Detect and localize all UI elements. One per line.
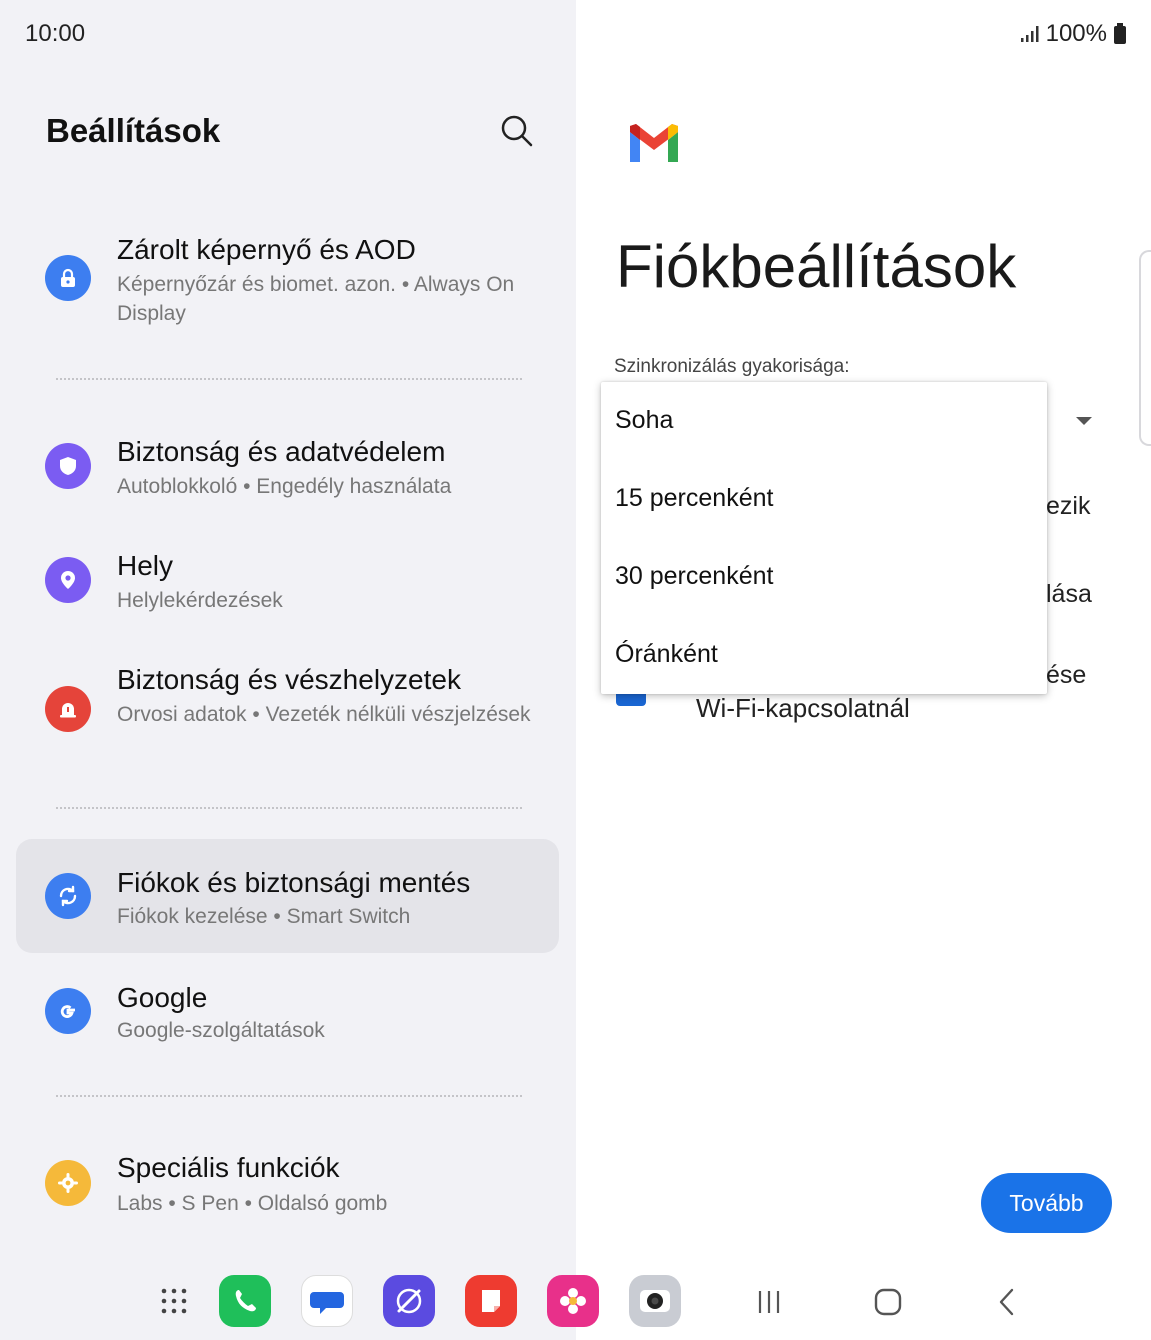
sync-icon <box>45 873 91 919</box>
settings-item-subtitle: Orvosi adatok • Vezeték nélküli vészjelz… <box>117 703 531 726</box>
search-button[interactable] <box>498 112 536 150</box>
gallery-app[interactable] <box>547 1275 599 1327</box>
battery-icon <box>1114 23 1126 44</box>
settings-item-title: Fiókok és biztonsági mentés <box>117 867 471 898</box>
settings-item-lockscreen[interactable]: Zárolt képernyő és AOD Képernyőzár és bi… <box>16 222 559 337</box>
gmail-logo <box>630 124 678 162</box>
sync-frequency-dropdown: Soha 15 percenként 30 percenként Óránkén… <box>601 382 1047 694</box>
apps-grid-icon <box>161 1288 187 1314</box>
dropdown-arrow-icon[interactable] <box>1076 417 1092 425</box>
back-icon <box>999 1288 1014 1316</box>
settings-item-title: Google <box>117 982 208 1013</box>
settings-item-subtitle: Labs • S Pen • Oldalsó gomb <box>117 1192 388 1215</box>
gear-icon <box>45 1160 91 1206</box>
background-option-text: lása <box>1046 580 1092 608</box>
recents-icon <box>758 1291 780 1313</box>
settings-item-security-privacy[interactable]: Biztonság és adatvédelem Autoblokkoló • … <box>16 424 559 510</box>
apps-grid-button[interactable] <box>148 1275 200 1327</box>
settings-item-title: Speciális funkciók <box>117 1152 340 1183</box>
home-icon <box>874 1288 902 1316</box>
settings-item-subtitle: Google-szolgáltatások <box>117 1019 325 1042</box>
settings-item-location[interactable]: Hely Helylekérdezések <box>16 538 559 624</box>
notes-icon <box>482 1290 500 1312</box>
scroll-handle[interactable] <box>1139 250 1151 446</box>
gallery-icon <box>560 1288 586 1314</box>
search-icon <box>501 115 533 147</box>
home-button[interactable] <box>868 1282 908 1322</box>
settings-item-subtitle: Képernyőzár és biomet. azon. • Always On… <box>117 273 515 325</box>
internet-icon <box>396 1288 422 1314</box>
next-button[interactable]: Tovább <box>981 1173 1112 1233</box>
background-option-text: ezik <box>1046 492 1091 520</box>
phone-icon <box>235 1290 256 1312</box>
divider <box>56 1095 522 1097</box>
status-time: 10:00 <box>25 20 86 47</box>
page-title: Beállítások <box>46 112 221 149</box>
camera-app[interactable] <box>629 1275 681 1327</box>
location-pin-icon <box>45 557 91 603</box>
settings-item-google[interactable]: Google Google-szolgáltatások <box>16 982 559 1068</box>
shield-icon <box>45 443 91 489</box>
settings-item-subtitle: Helylekérdezések <box>117 589 283 612</box>
settings-item-subtitle: Fiókok kezelése • Smart Switch <box>117 905 411 928</box>
battery-percent: 100% <box>1045 20 1107 47</box>
background-option-text: ése <box>1046 661 1087 689</box>
settings-item-advanced-features[interactable]: Speciális funkciók Labs • S Pen • Oldals… <box>16 1152 559 1238</box>
lock-icon <box>45 255 91 301</box>
dropdown-option-never[interactable]: Soha <box>615 406 1035 435</box>
settings-item-title: Biztonság és adatvédelem <box>117 436 446 467</box>
recents-button[interactable] <box>749 1282 789 1322</box>
phone-app[interactable] <box>219 1275 271 1327</box>
settings-item-title: Hely <box>117 550 174 581</box>
settings-item-title: Zárolt képernyő és AOD <box>117 234 416 265</box>
messages-app[interactable] <box>301 1275 353 1327</box>
sync-frequency-label: Szinkronizálás gyakorisága: <box>614 356 850 377</box>
messages-icon <box>310 1292 344 1314</box>
divider <box>56 378 522 380</box>
internet-app[interactable] <box>383 1275 435 1327</box>
page-title: Fiókbeállítások <box>616 233 1017 300</box>
emergency-icon <box>45 686 91 732</box>
wifi-sync-label: Wi-Fi-kapcsolatnál <box>696 693 910 723</box>
settings-item-subtitle: Autoblokkoló • Engedély használata <box>117 475 452 498</box>
google-icon <box>45 988 91 1034</box>
dropdown-option-30min[interactable]: 30 percenként <box>615 562 1035 591</box>
notes-app[interactable] <box>465 1275 517 1327</box>
dropdown-option-15min[interactable]: 15 percenként <box>615 484 1035 513</box>
divider <box>56 807 522 809</box>
signal-icon <box>1020 26 1039 42</box>
camera-icon <box>640 1290 670 1312</box>
settings-item-accounts-backup[interactable]: Fiókok és biztonsági mentés Fiókok kezel… <box>16 839 559 953</box>
settings-item-title: Biztonság és vészhelyzetek <box>117 664 461 695</box>
status-indicators: 100% <box>1020 20 1127 48</box>
back-button[interactable] <box>987 1282 1027 1322</box>
settings-item-safety-emergency[interactable]: Biztonság és vészhelyzetek Orvosi adatok… <box>16 652 559 767</box>
settings-pane: 10:00 Beállítások Zárolt képernyő és AOD… <box>0 0 576 1340</box>
dropdown-option-hourly[interactable]: Óránként <box>615 640 1035 669</box>
